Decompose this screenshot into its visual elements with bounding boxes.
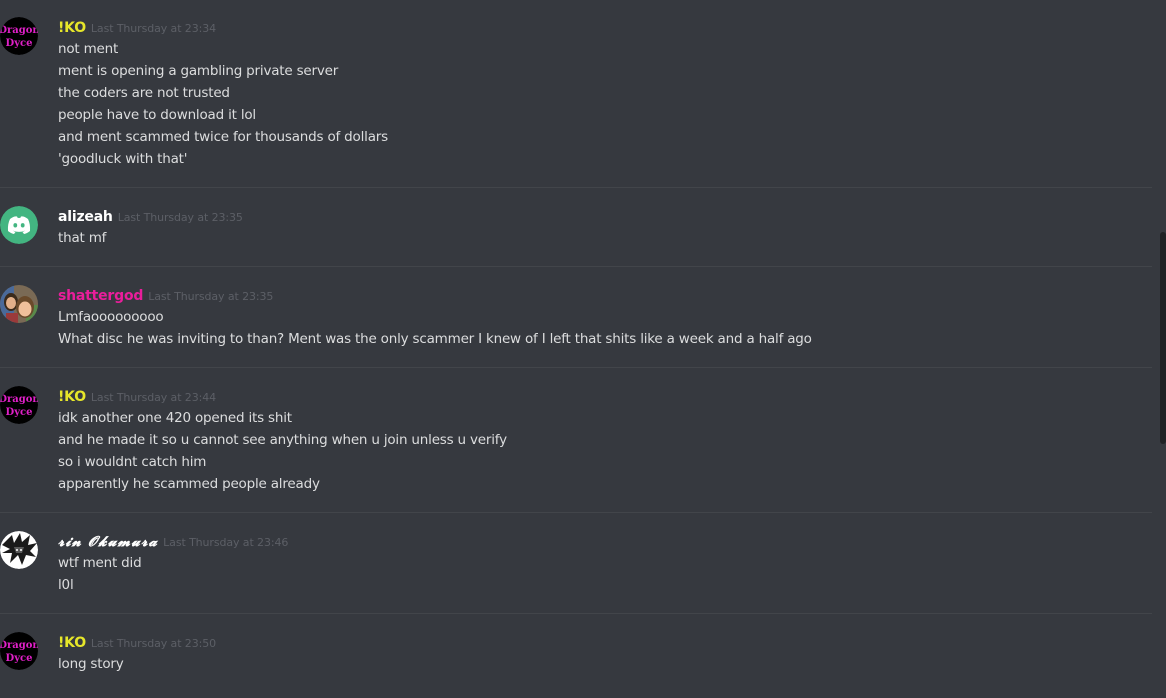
message-text: 'goodluck with that' bbox=[58, 151, 188, 167]
message-divider bbox=[0, 266, 1152, 267]
svg-text:Dragon: Dragon bbox=[0, 25, 38, 36]
message-divider bbox=[0, 367, 1152, 368]
message-divider bbox=[0, 613, 1152, 614]
timestamp: Last Thursday at 23:46 bbox=[163, 536, 289, 549]
message-text: and he made it so u cannot see anything … bbox=[58, 432, 507, 448]
anime-avatar-icon[interactable] bbox=[0, 531, 38, 569]
message-text: people have to download it lol bbox=[58, 107, 256, 123]
message-text: idk another one 420 opened its shit bbox=[58, 410, 292, 426]
svg-text:Dragon: Dragon bbox=[0, 640, 38, 651]
message-text: that mf bbox=[58, 230, 107, 246]
username[interactable]: !KO bbox=[58, 20, 86, 36]
message-divider bbox=[0, 187, 1152, 188]
message-header: !KO Last Thursday at 23:44 bbox=[58, 386, 216, 406]
username[interactable]: alizeah bbox=[58, 209, 113, 225]
photo-avatar-icon[interactable] bbox=[0, 285, 38, 323]
discord-logo-icon[interactable] bbox=[0, 206, 38, 244]
message-text: ment is opening a gambling private serve… bbox=[58, 63, 339, 79]
message-text: and ment scammed twice for thousands of … bbox=[58, 129, 388, 145]
username[interactable]: !KO bbox=[58, 389, 86, 405]
username[interactable]: !KO bbox=[58, 635, 86, 651]
timestamp: Last Thursday at 23:44 bbox=[90, 391, 217, 404]
message-header: !KO Last Thursday at 23:50 bbox=[58, 632, 216, 652]
svg-text:Dragon: Dragon bbox=[0, 394, 38, 405]
timestamp: Last Thursday at 23:35 bbox=[117, 211, 243, 224]
message-text: long story bbox=[58, 656, 124, 672]
scrollbar-thumb[interactable] bbox=[1160, 232, 1166, 444]
dragon-dyce-avatar-icon[interactable]: Dragon Dyce bbox=[0, 17, 38, 55]
message-text: the coders are not trusted bbox=[58, 85, 230, 101]
message-header: !KO Last Thursday at 23:34 bbox=[58, 17, 216, 37]
dragon-dyce-avatar-icon[interactable]: Dragon Dyce bbox=[0, 386, 38, 424]
message-text: not ment bbox=[58, 41, 119, 57]
message-text: What disc he was inviting to than? Ment … bbox=[58, 331, 812, 347]
chat-messages: Dragon Dyce !KO Last Thursday at 23:34 no… bbox=[0, 0, 1166, 698]
timestamp: Last Thursday at 23:34 bbox=[90, 22, 217, 35]
message-header: shattergod Last Thursday at 23:35 bbox=[58, 285, 273, 305]
timestamp: Last Thursday at 23:50 bbox=[90, 637, 217, 650]
dragon-dyce-avatar-icon[interactable]: Dragon Dyce bbox=[0, 632, 38, 670]
message-header: alizeah Last Thursday at 23:35 bbox=[58, 206, 243, 226]
message-text: wtf ment did bbox=[58, 555, 142, 571]
username[interactable]: 𝓻𝓲𝓷 𝓞𝓴𝓾𝓶𝓾𝓻𝓪 bbox=[58, 534, 158, 550]
svg-text:Dyce: Dyce bbox=[6, 407, 33, 418]
message-text: l0l bbox=[58, 577, 74, 593]
timestamp: Last Thursday at 23:35 bbox=[148, 290, 274, 303]
message-text: apparently he scammed people already bbox=[58, 476, 320, 492]
message-text: so i wouldnt catch him bbox=[58, 454, 207, 470]
svg-text:Dyce: Dyce bbox=[6, 653, 33, 664]
svg-text:Dyce: Dyce bbox=[6, 38, 33, 49]
message-divider bbox=[0, 512, 1152, 513]
username[interactable]: shattergod bbox=[58, 288, 143, 304]
message-text: Lmfaooooooooo bbox=[58, 309, 164, 325]
message-header: 𝓻𝓲𝓷 𝓞𝓴𝓾𝓶𝓾𝓻𝓪 Last Thursday at 23:46 bbox=[58, 531, 288, 551]
